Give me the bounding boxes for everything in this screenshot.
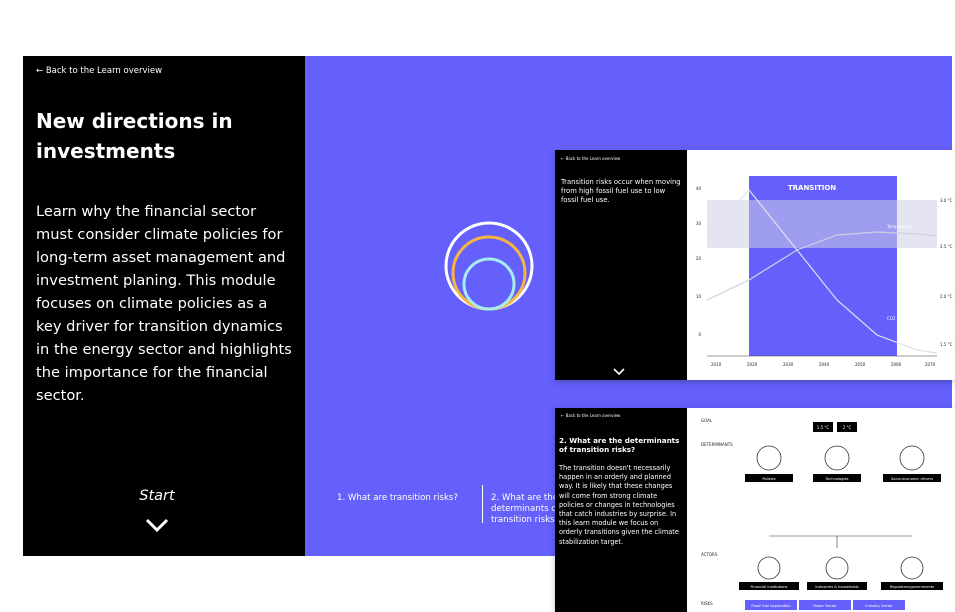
preview-card-transition: ← Back to the Learn overview Transition …: [555, 150, 955, 380]
actor-label: Financial institutions: [751, 585, 788, 589]
y-tick: 20: [696, 256, 702, 261]
actors-label: ACTORS: [701, 552, 718, 557]
x-tick: 2070: [925, 362, 936, 367]
preview2-back-link: ← Back to the Learn overview: [561, 413, 621, 418]
preview1-back-link: ← Back to the Learn overview: [561, 156, 621, 161]
step-divider: [482, 485, 483, 523]
right-tick: 2.5 °C: [940, 244, 953, 249]
intro-panel: ← Back to the Learn overview New directi…: [23, 56, 305, 556]
module-description: Learn why the financial sector must cons…: [36, 203, 292, 404]
right-tick: 2.0 °C: [940, 294, 953, 299]
series-label-co2: CO2 emissions: [887, 316, 917, 321]
determinant-label: Socio-economic drivers: [891, 477, 933, 481]
actor-label: Regulators/governments: [890, 585, 934, 589]
y-tick: 0: [698, 332, 701, 337]
preview-card-determinants: ← Back to the Learn overview 2. What are…: [555, 408, 955, 612]
goal-value: 1.5 °C: [817, 425, 830, 430]
preview2-heading: 2. What are the determinants of transiti…: [559, 436, 680, 454]
determinants-label: DETERMINANTS: [701, 442, 733, 447]
transition-label: TRANSITION: [788, 184, 836, 192]
risks-label: RISKS: [701, 601, 713, 606]
x-tick: 2020: [747, 362, 758, 367]
risk-label: Fossil fuel exploration: [751, 604, 790, 608]
y-tick: 30: [696, 221, 702, 226]
preview2-text: The transition doesn't necessarily happe…: [559, 464, 679, 546]
technologies-icon: [824, 445, 850, 471]
start-label: Start: [139, 488, 175, 504]
actor-label: Industries & households: [815, 585, 858, 589]
x-tick: 2050: [855, 362, 866, 367]
regulators-icon: [900, 556, 924, 580]
module-logo-icon: [444, 221, 534, 311]
goal-label: GOAL: [701, 418, 713, 423]
preview2-sidebar: ← Back to the Learn overview 2. What are…: [555, 408, 687, 612]
socio-economic-icon: [899, 445, 925, 471]
policies-icon: [756, 445, 782, 471]
x-tick: 2030: [783, 362, 794, 367]
industries-icon: [825, 556, 849, 580]
series-label-temperature: Temperature: [886, 224, 913, 229]
determinant-label: Policies: [762, 477, 775, 481]
risk-label: Industry Sector: [865, 604, 893, 608]
x-tick: 2040: [819, 362, 830, 367]
preview1-text: Transition risks occur when moving from …: [561, 178, 681, 204]
step-link-1[interactable]: 1. What are transition risks?: [337, 493, 458, 504]
x-tick: 2010: [711, 362, 722, 367]
determinant-label: Technologies: [824, 477, 848, 481]
chevron-down-icon[interactable]: [144, 515, 170, 535]
y-tick: 40: [696, 186, 702, 191]
preview1-sidebar: ← Back to the Learn overview Transition …: [555, 150, 687, 380]
risk-label: Power Sector: [813, 604, 837, 608]
goal-value: 2 °C: [843, 425, 852, 430]
preview1-chart: TRANSITION 40 30 20 10 0 2010 2020 2030 …: [696, 176, 953, 367]
chevron-down-icon: [613, 368, 625, 376]
right-tick: 3.0 °C: [940, 198, 953, 203]
page-title: New directions in investments: [36, 109, 233, 163]
back-to-overview-link[interactable]: ← Back to the Learn overview: [36, 66, 162, 76]
preview2-diagram: GOAL 1.5 °C 2 °C DETERMINANTS Policies T…: [701, 418, 943, 610]
start-button[interactable]: Start: [23, 488, 291, 504]
right-tick: 1.5 °C: [940, 342, 953, 347]
x-tick: 2060: [891, 362, 902, 367]
financial-institutions-icon: [757, 556, 781, 580]
y-tick: 10: [696, 294, 702, 299]
step-link-2[interactable]: 2. What are the determinants of transiti…: [491, 493, 561, 526]
page: ← Back to the Learn overview New directi…: [0, 0, 955, 612]
